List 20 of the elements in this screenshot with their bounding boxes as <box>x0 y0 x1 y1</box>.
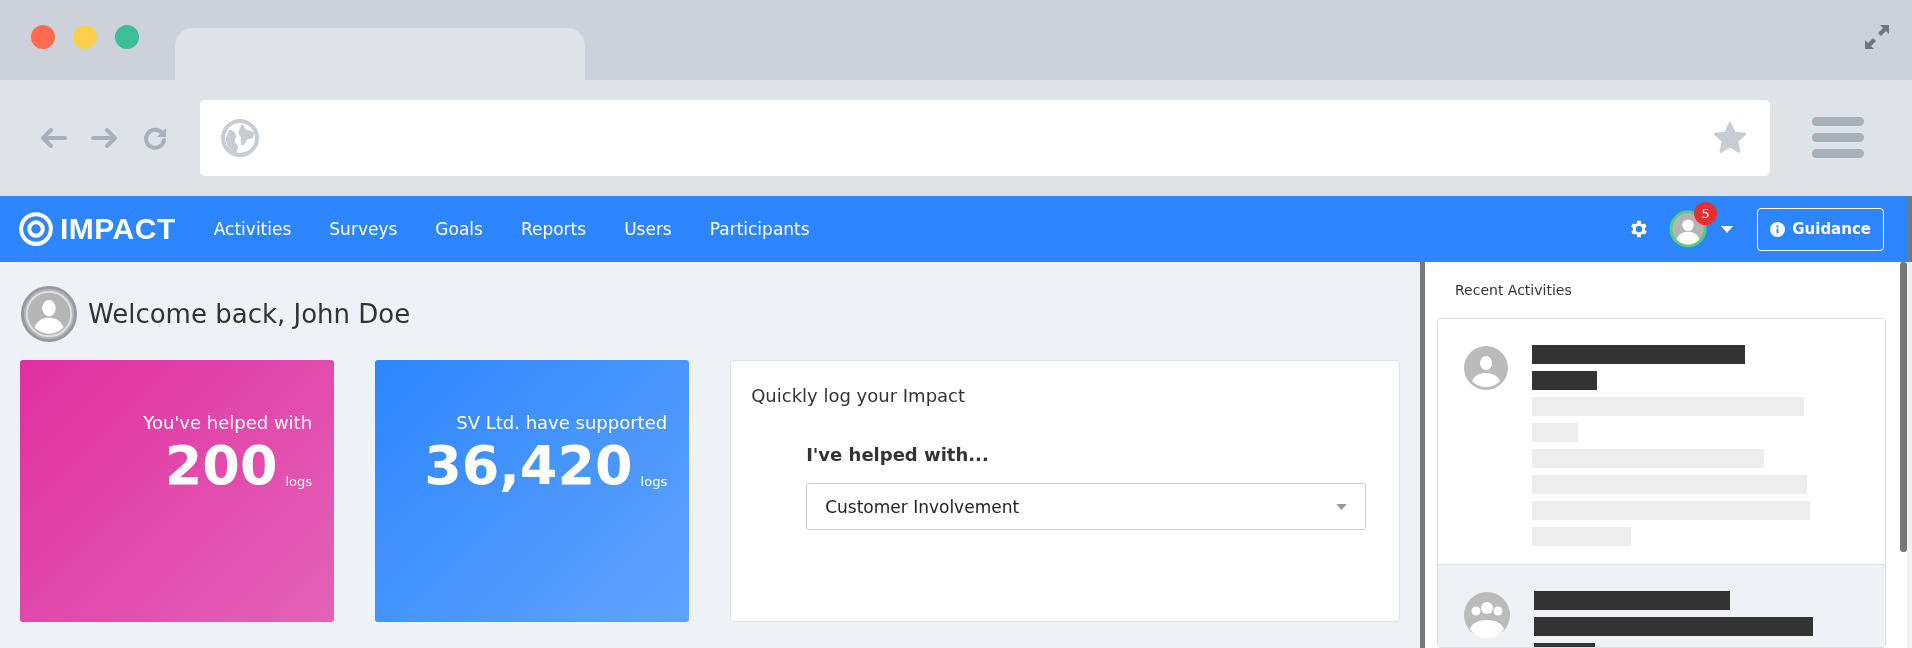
prompt-label: I've helped with... <box>806 444 990 465</box>
nav-link[interactable]: Users <box>624 219 672 239</box>
welcome-heading: Welcome back, John Doe <box>88 299 411 329</box>
card-title: Quickly log your Impact <box>751 385 967 406</box>
nav-link[interactable]: Participants <box>709 219 810 239</box>
nav-link[interactable]: Activities <box>213 219 292 239</box>
stat-value: 36,420 <box>424 439 633 493</box>
notification-count: 5 <box>1694 202 1718 225</box>
activity-select[interactable]: Customer Involvement <box>806 483 1367 530</box>
stat-unit: logs <box>285 474 313 489</box>
stat-unit: logs <box>640 474 668 489</box>
nav-link[interactable]: Reports <box>520 219 587 239</box>
brand-name[interactable]: IMPACT <box>60 212 176 246</box>
stat-caption: SV Ltd. have supported <box>456 412 668 433</box>
stat-caption: You've helped with <box>143 412 313 433</box>
stat-value: 200 <box>164 439 278 493</box>
guidance-button[interactable]: Guidance <box>1757 207 1884 251</box>
panel-title: Recent Activities <box>1455 282 1573 298</box>
nav-link[interactable]: Surveys <box>329 219 398 239</box>
nav-link[interactable]: Goals <box>435 219 483 239</box>
